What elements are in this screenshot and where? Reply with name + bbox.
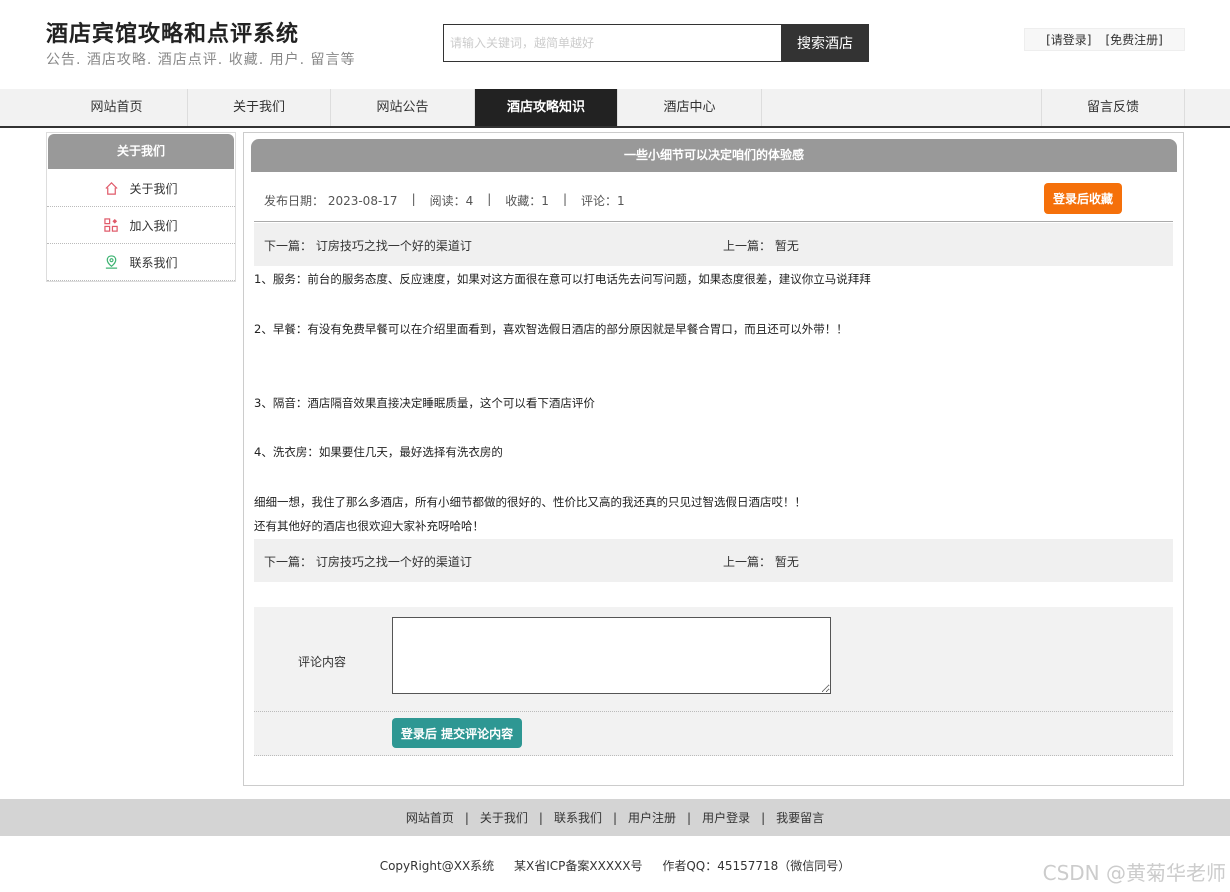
auth-links: [请登录] [免费注册] [1024, 28, 1185, 51]
publish-date: 发布日期： 2023-08-17 [264, 194, 398, 208]
footer-link-about[interactable]: 关于我们 [480, 809, 528, 826]
register-link[interactable]: [免费注册] [1106, 31, 1163, 48]
footer-separator: | [687, 810, 692, 825]
next-article-link[interactable]: 下一篇： 订房技巧之找一个好的渠道订 [264, 553, 472, 570]
nav-item-about[interactable]: 关于我们 [188, 89, 331, 126]
nav-item-feedback[interactable]: 留言反馈 [1041, 89, 1185, 126]
article-meta: 发布日期： 2023-08-17 | 阅读：4 | 收藏：1 | 评论：1 [264, 192, 625, 209]
footer-link-login[interactable]: 用户登录 [702, 809, 750, 826]
footer-nav: 网站首页 | 关于我们 | 联系我们 | 用户注册 | 用户登录 | 我要留言 [0, 799, 1230, 836]
sidebar-item-contact[interactable]: 联系我们 [47, 244, 235, 281]
search-button[interactable]: 搜索酒店 [781, 24, 869, 62]
comment-form: 评论内容 登录后 提交评论内容 [254, 607, 1173, 756]
main-nav: 网站首页 关于我们 网站公告 酒店攻略知识 酒店中心 留言反馈 [0, 89, 1230, 128]
home-icon [105, 181, 119, 195]
comment-label: 评论内容 [298, 655, 347, 669]
nav-item-hotel-guides[interactable]: 酒店攻略知识 [475, 89, 618, 126]
footer-separator: | [761, 810, 766, 825]
site-title: 酒店宾馆攻略和点评系统 [46, 22, 300, 47]
divider [254, 711, 1173, 712]
location-icon [106, 254, 118, 269]
meta-separator: | [411, 192, 416, 206]
footer-link-message[interactable]: 我要留言 [776, 809, 824, 826]
nav-item-hotel-center[interactable]: 酒店中心 [618, 89, 762, 126]
read-count: 阅读：4 [429, 194, 474, 208]
article-panel: 一些小细节可以决定咱们的体验感 发布日期： 2023-08-17 | 阅读：4 … [243, 132, 1184, 786]
login-link[interactable]: [请登录] [1046, 31, 1091, 48]
paragraph: 4、洗衣房：如果要住几天，最好选择有洗衣房的 [254, 445, 503, 459]
nav-item-home[interactable]: 网站首页 [46, 89, 188, 126]
sidebar-item-join[interactable]: 加入我们 [47, 207, 235, 244]
paragraph: 2、早餐：有没有免费早餐可以在介绍里面看到，喜欢智选假日酒店的部分原因就是早餐合… [254, 322, 848, 336]
sidebar: 关于我们 关于我们 加入我们 联系我们 [46, 132, 236, 282]
prev-next-top: 下一篇： 订房技巧之找一个好的渠道订 上一篇： 暂无 [254, 223, 1173, 266]
copyright-text: CopyRight@XX系统 [379, 859, 495, 873]
footer-separator: | [612, 810, 618, 825]
favorite-button[interactable]: 登录后收藏 [1044, 183, 1122, 214]
author-text: 作者QQ：45157718（微信同号） [662, 859, 851, 873]
comment-textarea[interactable] [392, 617, 831, 694]
paragraph: 还有其他好的酒店也很欢迎大家补充呀哈哈！ [254, 519, 484, 533]
comment-count: 评论：1 [580, 194, 625, 208]
prev-next-bottom: 下一篇： 订房技巧之找一个好的渠道订 上一篇： 暂无 [254, 539, 1173, 582]
prev-article-link[interactable]: 上一篇： 暂无 [723, 237, 799, 254]
paragraph: 细细一想，我住了那么多酒店，所有小细节都做的很好的、性价比又高的我还真的只见过智… [254, 495, 806, 509]
sidebar-item-label: 加入我们 [129, 218, 178, 233]
nav-item-announcements[interactable]: 网站公告 [331, 89, 475, 126]
sidebar-title: 关于我们 [48, 134, 234, 169]
header: 酒店宾馆攻略和点评系统 公告. 酒店攻略. 酒店点评. 收藏. 用户. 留言等 … [0, 0, 1230, 90]
site-subtitle: 公告. 酒店攻略. 酒店点评. 收藏. 用户. 留言等 [46, 52, 356, 68]
grid-icon [104, 217, 119, 232]
footer-separator: | [538, 810, 543, 825]
icp-text: 某X省ICP备案XXXXX号 [514, 859, 643, 873]
paragraph: 3、隔音：酒店隔音效果直接决定睡眠质量，这个可以看下酒店评价 [254, 396, 595, 410]
sidebar-item-label: 关于我们 [129, 181, 178, 196]
meta-separator: | [562, 192, 567, 206]
prev-article-link[interactable]: 上一篇： 暂无 [723, 553, 799, 570]
meta-separator: | [487, 192, 492, 206]
footer-link-contact[interactable]: 联系我们 [554, 809, 602, 826]
sidebar-item-about[interactable]: 关于我们 [47, 170, 235, 207]
divider [254, 221, 1173, 222]
watermark: CSDN @黄菊华老师 [1042, 861, 1226, 885]
favorite-count: 收藏：1 [505, 194, 549, 208]
footer-link-home[interactable]: 网站首页 [406, 809, 454, 826]
search-input[interactable] [443, 24, 782, 62]
paragraph: 1、服务：前台的服务态度、反应速度，如果对这方面很在意可以打电话先去问写问题，如… [254, 272, 871, 286]
footer-link-register[interactable]: 用户注册 [628, 809, 676, 826]
sidebar-item-label: 联系我们 [129, 255, 178, 270]
divider [254, 755, 1173, 756]
article-title: 一些小细节可以决定咱们的体验感 [251, 139, 1177, 172]
next-article-link[interactable]: 下一篇： 订房技巧之找一个好的渠道订 [264, 237, 472, 254]
submit-comment-button[interactable]: 登录后 提交评论内容 [392, 718, 522, 748]
footer-separator: | [464, 810, 469, 825]
